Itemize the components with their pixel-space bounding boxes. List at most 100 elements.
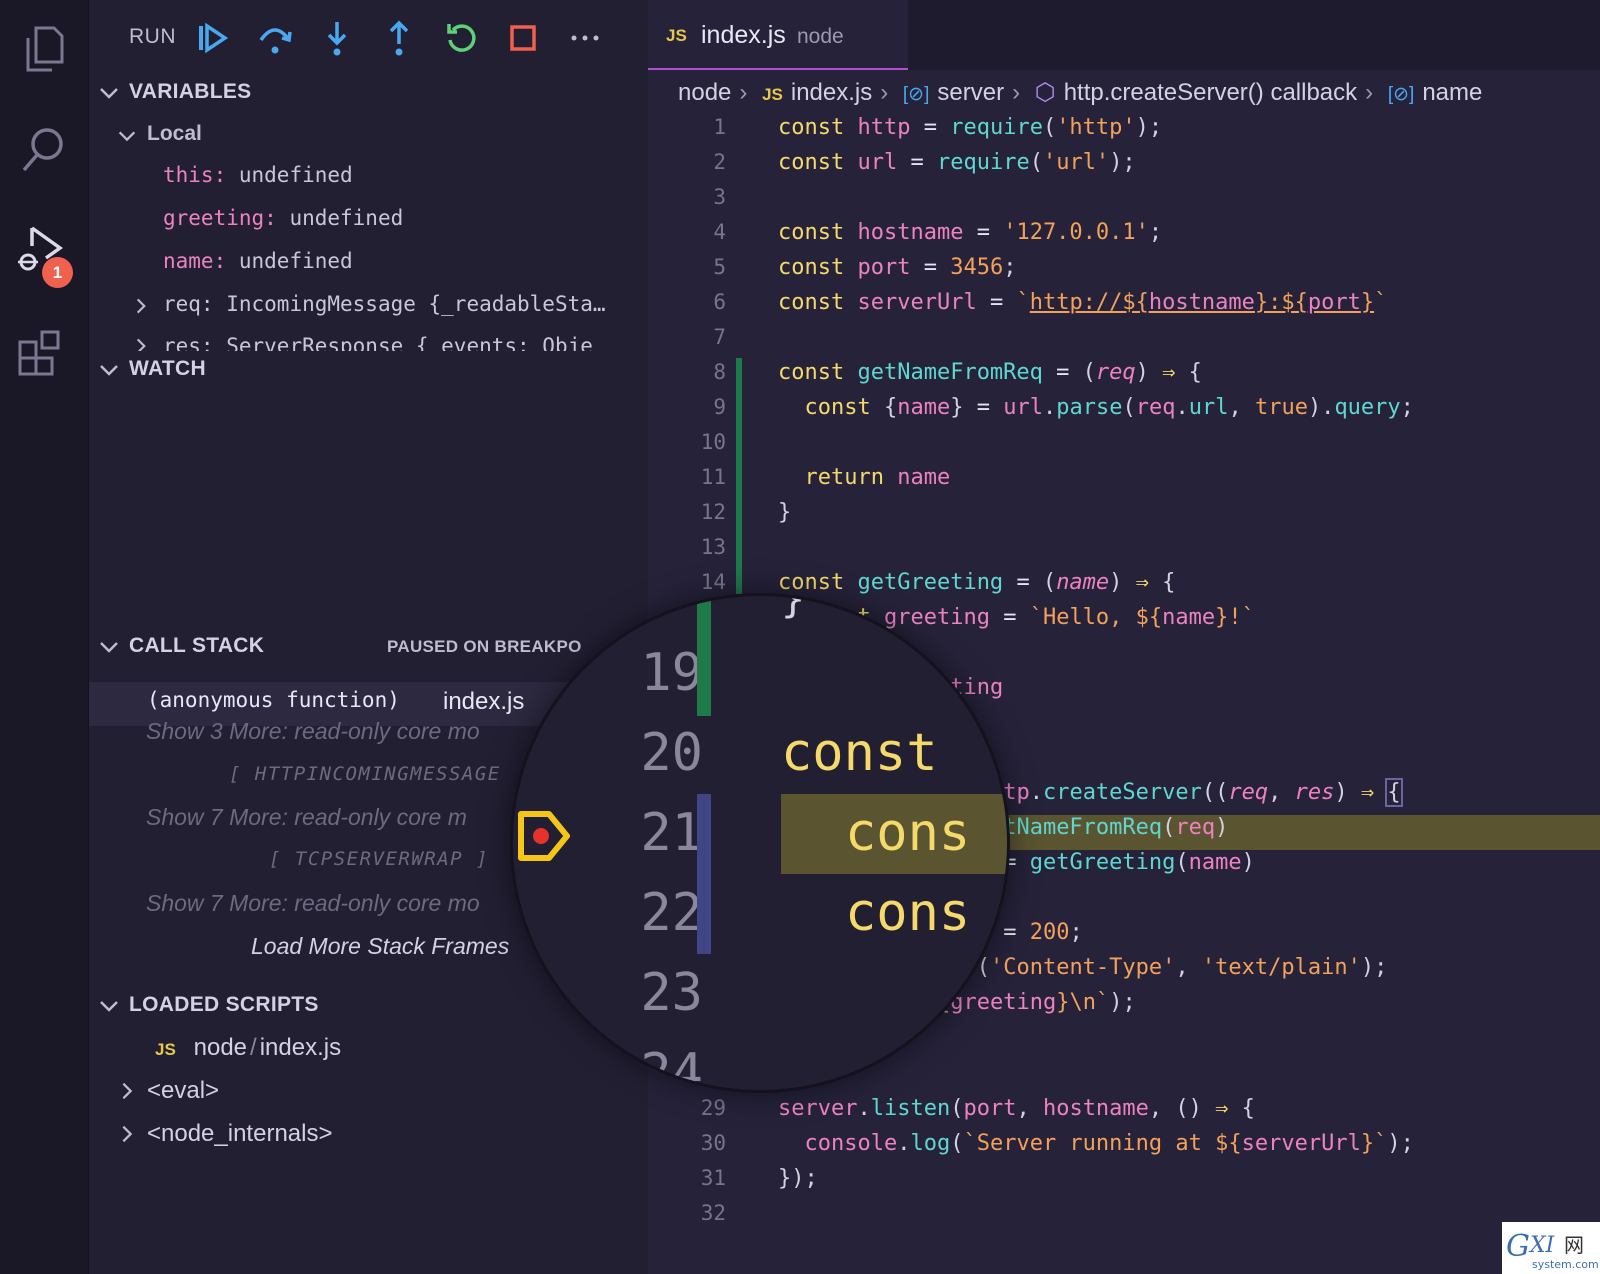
line-number: 7 [713, 325, 726, 349]
load-more-frames-link[interactable]: Load More Stack Frames [251, 933, 509, 960]
activity-bar: 1 [0, 0, 89, 1274]
line-number: 3 [713, 185, 726, 209]
code-line[interactable]: 2 const url = require('url'); [648, 150, 1600, 185]
variable-value: undefined [238, 163, 353, 187]
js-file-icon: JS [762, 85, 783, 104]
watch-title: WATCH [129, 357, 206, 380]
path-separator: / [250, 1034, 257, 1061]
chevron-right-icon[interactable] [131, 296, 151, 316]
variable-row[interactable]: req: IncomingMessage {_readableSta… [163, 292, 606, 316]
breadcrumb-item[interactable]: name [1422, 79, 1482, 106]
call-stack-section-header[interactable]: CALL STACK PAUSED ON BREAKPO [89, 630, 648, 666]
code-line[interactable]: 11 return name [648, 465, 1600, 500]
step-over-icon[interactable] [255, 18, 295, 58]
show-more-frames-link[interactable]: Show 7 More: read-only core m [146, 804, 467, 831]
loaded-script-item[interactable]: JS node / index.js [155, 1034, 341, 1062]
variable-value: IncomingMessage {_readableSta… [226, 292, 606, 316]
line-number: 10 [700, 430, 726, 454]
svg-text:system.com: system.com [1532, 1258, 1599, 1271]
code-line[interactable]: 9 const {name} = url.parse(req.url, true… [648, 395, 1600, 430]
code-line[interactable]: 32 [648, 1201, 1600, 1236]
chevron-down-icon [100, 365, 118, 376]
restart-icon[interactable] [441, 18, 481, 58]
eval-scripts-folder[interactable]: <eval> [147, 1077, 219, 1105]
breadcrumb-item[interactable]: node [678, 79, 731, 106]
run-label: RUN [129, 25, 176, 48]
chevron-right-icon: › [739, 79, 748, 106]
code-line[interactable]: 4 const hostname = '127.0.0.1'; [648, 220, 1600, 255]
variable-symbol-icon: [⊘] [1387, 84, 1415, 105]
code-line[interactable]: 13 [648, 535, 1600, 570]
variable-name: req: [163, 292, 214, 316]
code-line[interactable]: 6 const serverUrl = `http://${hostname}:$… [648, 290, 1600, 325]
variable-row[interactable]: this: undefined [163, 163, 353, 187]
show-more-frames-link[interactable]: Show 3 More: read-only core mo [146, 718, 480, 745]
variables-clip: res: ServerResponse {_events: Obje [89, 335, 648, 351]
node-internals-folder[interactable]: <node_internals> [147, 1120, 332, 1148]
watch-section-header[interactable]: WATCH [89, 353, 648, 389]
code-line[interactable]: 10 [648, 430, 1600, 465]
line-number: 4 [713, 220, 726, 244]
code-line[interactable]: 29 server.listen(port, hostname, () ⇒ { [648, 1096, 1600, 1131]
script-folder: node [193, 1034, 248, 1061]
js-file-icon: JS [666, 26, 687, 45]
variables-title: VARIABLES [129, 80, 252, 103]
chevron-down-icon [100, 1001, 118, 1012]
line-number: 6 [713, 290, 726, 314]
magnified-line-number: 20 [640, 723, 703, 783]
variables-section-header[interactable]: VARIABLES [89, 76, 648, 112]
more-icon[interactable] [565, 18, 605, 58]
code-line[interactable]: 8 const getNameFromReq = (req) ⇒ { [648, 360, 1600, 395]
variable-row[interactable]: greeting: undefined [163, 206, 403, 230]
line-number: 8 [713, 360, 726, 384]
extensions-icon[interactable] [14, 322, 74, 382]
chevron-down-icon [100, 88, 118, 99]
continue-icon[interactable] [193, 18, 233, 58]
variable-value: ServerResponse {_events: Obje [226, 335, 593, 351]
chevron-down-icon[interactable] [116, 125, 138, 147]
site-watermark: G XI 网 system.com [1502, 1222, 1600, 1274]
paused-status: PAUSED ON BREAKPO [387, 637, 582, 656]
explorer-icon[interactable] [14, 18, 74, 78]
magnified-code: const [781, 723, 938, 783]
chevron-right-icon[interactable] [131, 336, 151, 351]
code-line[interactable]: 12} [648, 500, 1600, 535]
frame-group-label: [ HTTPINCOMINGMESSAGE [229, 763, 501, 785]
chevron-down-icon [100, 642, 118, 653]
tab-description: node [797, 25, 844, 48]
breadcrumb-item[interactable]: server [937, 79, 1004, 106]
variable-value: undefined [289, 206, 404, 230]
variable-row[interactable]: res: ServerResponse {_events: Obje [163, 335, 593, 351]
step-into-icon[interactable] [317, 18, 357, 58]
step-out-icon[interactable] [379, 18, 419, 58]
code-line[interactable]: 7 [648, 325, 1600, 360]
svg-text:G: G [1506, 1229, 1530, 1264]
variable-row[interactable]: name: undefined [163, 249, 353, 273]
breadcrumb-item[interactable]: index.js [791, 79, 872, 106]
magnified-line-number: 22 [640, 883, 703, 943]
magnified-line-number: 19 [640, 643, 703, 703]
search-icon[interactable] [14, 118, 74, 178]
chevron-right-icon[interactable] [116, 1080, 138, 1102]
line-number: 30 [700, 1131, 726, 1155]
local-scope-label[interactable]: Local [147, 122, 202, 146]
svg-text:网: 网 [1564, 1233, 1584, 1257]
code-line[interactable]: 31}); [648, 1166, 1600, 1201]
code-line[interactable]: 5 const port = 3456; [648, 255, 1600, 290]
chevron-right-icon: › [1012, 79, 1021, 106]
code-line[interactable]: 3 [648, 185, 1600, 220]
chevron-right-icon[interactable] [116, 1123, 138, 1145]
magnified-line-number: 24 [640, 1043, 703, 1093]
script-file: index.js [259, 1034, 342, 1061]
tab-index-js[interactable]: JS index.js node [648, 0, 908, 70]
magnified-line-number: 18 [613, 596, 703, 611]
breakpoint-current-icon[interactable] [515, 806, 575, 866]
method-symbol-icon: ⬡ [1034, 79, 1056, 106]
line-number: 31 [700, 1166, 726, 1190]
code-line[interactable]: 30 console.log(`Server running at ${serv… [648, 1131, 1600, 1166]
show-more-frames-link[interactable]: Show 7 More: read-only core mo [146, 890, 480, 917]
git-modified-gutter [697, 794, 711, 954]
code-line[interactable]: 1 const http = require('http'); [648, 115, 1600, 150]
breadcrumb-item[interactable]: http.createServer() callback [1064, 79, 1357, 106]
stop-icon[interactable] [503, 18, 543, 58]
